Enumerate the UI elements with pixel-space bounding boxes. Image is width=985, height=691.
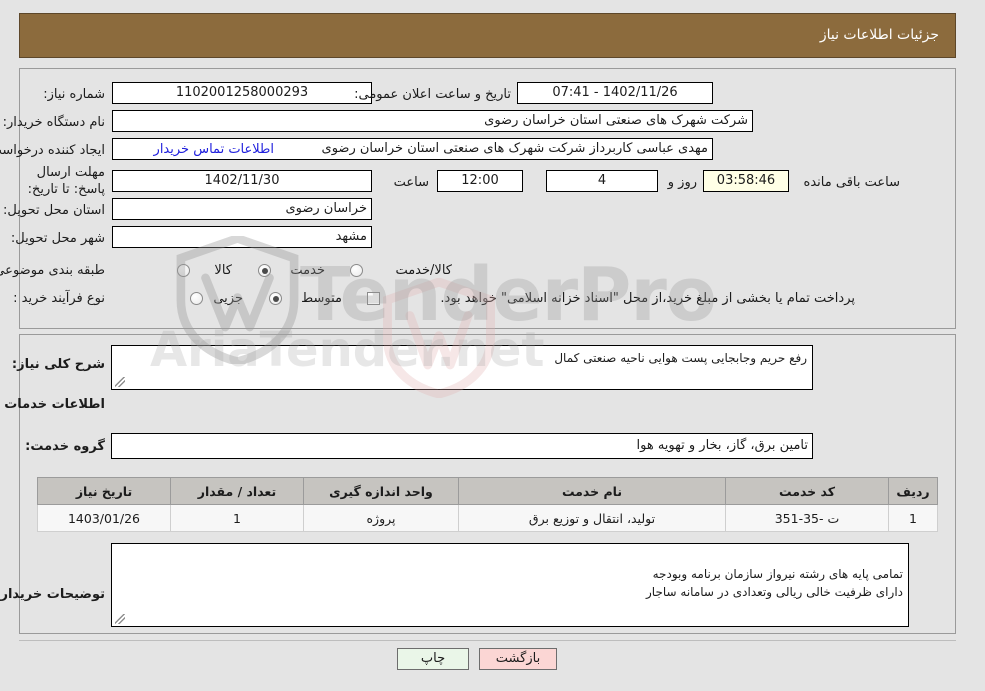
days-label: روز و: [667, 175, 697, 190]
column-header-row: ردیف: [888, 477, 938, 505]
remaining-days-value: 4: [546, 170, 658, 192]
announce-datetime-value: 1402/11/26 - 07:41: [517, 82, 713, 104]
radio-process-motevaset[interactable]: [269, 292, 282, 305]
column-header-unit: واحد اندازه گیری: [303, 477, 459, 505]
treasury-bonds-checkbox[interactable]: [367, 292, 380, 305]
radio-category-kala-label: کالا: [214, 263, 232, 278]
need-number-label: شماره نیاز:: [43, 87, 105, 102]
page-header-bar: جزئیات اطلاعات نیاز: [19, 13, 956, 58]
radio-process-motevaset-label: متوسط: [301, 291, 342, 306]
purchase-process-label: نوع فرآیند خرید :: [13, 291, 105, 306]
print-button[interactable]: چاپ: [397, 648, 469, 670]
announce-datetime-label: تاریخ و ساعت اعلان عمومی:: [354, 87, 511, 102]
cell-row-number: 1: [888, 504, 938, 532]
radio-category-khedmat[interactable]: [258, 264, 271, 277]
buyer-notes-value: تمامی پایه های رشته نیرواز سازمان برنامه…: [646, 567, 903, 599]
column-header-quantity: تعداد / مقدار: [170, 477, 304, 505]
resize-grip-icon[interactable]: [115, 377, 125, 387]
countdown-timer-value: 03:58:46: [703, 170, 789, 192]
cell-service-name: تولید، انتقال و توزیع برق: [458, 504, 726, 532]
remaining-hours-label: ساعت باقی مانده: [803, 175, 900, 190]
table-header-row: ردیف کد خدمت نام خدمت واحد اندازه گیری ت…: [37, 477, 938, 505]
delivery-city-value: مشهد: [112, 226, 372, 248]
buyer-contact-link[interactable]: اطلاعات تماس خریدار: [154, 142, 274, 157]
request-creator-label: ایجاد کننده درخواست:: [0, 143, 105, 158]
cell-quantity: 1: [170, 504, 304, 532]
buyer-notes-box[interactable]: تمامی پایه های رشته نیرواز سازمان برنامه…: [111, 543, 909, 627]
column-header-need-date: تاریخ نیاز: [37, 477, 171, 505]
delivery-province-label: استان محل تحویل:: [3, 203, 105, 218]
page-root: TenderPro AriaTender.net جزئیات اطلاعات …: [0, 0, 985, 691]
services-table: ردیف کد خدمت نام خدمت واحد اندازه گیری ت…: [37, 477, 938, 532]
delivery-city-label: شهر محل تحویل:: [10, 231, 105, 246]
radio-category-kala-khedmat-label: کالا/خدمت: [395, 263, 452, 278]
table-row: 1 ت -35-351 تولید، انتقال و توزیع برق پر…: [37, 504, 938, 532]
hour-label: ساعت: [393, 175, 429, 190]
response-deadline-label: مهلت ارسال پاسخ: تا تاریخ:: [27, 165, 105, 197]
delivery-province-value: خراسان رضوی: [112, 198, 372, 220]
radio-category-khedmat-label: خدمت: [290, 263, 325, 278]
general-description-value: رفع حریم وجابجایی پست هوایی ناحیه صنعتی …: [554, 351, 807, 365]
need-number-value: 1102001258000293: [112, 82, 372, 104]
column-header-service-code: کد خدمت: [725, 477, 889, 505]
footer-divider: [19, 640, 956, 641]
service-group-label: گروه خدمت:: [25, 439, 105, 454]
service-group-value: تامین برق، گاز، بخار و تهویه هوا: [111, 433, 813, 459]
general-description-box[interactable]: رفع حریم وجابجایی پست هوایی ناحیه صنعتی …: [111, 345, 813, 390]
services-info-title: اطلاعات خدمات مورد نیاز: [0, 397, 105, 412]
treasury-bonds-text: پرداخت تمام یا بخشی از مبلغ خرید،از محل …: [440, 291, 855, 306]
back-button[interactable]: بازگشت: [479, 648, 557, 670]
resize-grip-icon-notes[interactable]: [115, 614, 125, 624]
deadline-date-value: 1402/11/30: [112, 170, 372, 192]
radio-category-kala-khedmat[interactable]: [350, 264, 363, 277]
buyer-org-value: شرکت شهرک های صنعتی استان خراسان رضوی: [112, 110, 753, 132]
cell-need-date: 1403/01/26: [37, 504, 171, 532]
radio-process-jozii-label: جزیی: [213, 291, 243, 306]
general-description-label: شرح کلی نیاز:: [11, 357, 105, 372]
radio-process-jozii[interactable]: [190, 292, 203, 305]
column-header-service-name: نام خدمت: [458, 477, 726, 505]
deadline-time-value: 12:00: [437, 170, 523, 192]
radio-category-kala[interactable]: [177, 264, 190, 277]
subject-category-label: طبقه بندی موضوعی:: [0, 263, 105, 278]
page-title: جزئیات اطلاعات نیاز: [819, 27, 939, 43]
cell-service-code: ت -35-351: [725, 504, 889, 532]
cell-unit: پروژه: [303, 504, 459, 532]
buyer-org-label: نام دستگاه خریدار:: [2, 115, 105, 130]
buyer-notes-label: توضیحات خریدار:: [0, 587, 105, 602]
